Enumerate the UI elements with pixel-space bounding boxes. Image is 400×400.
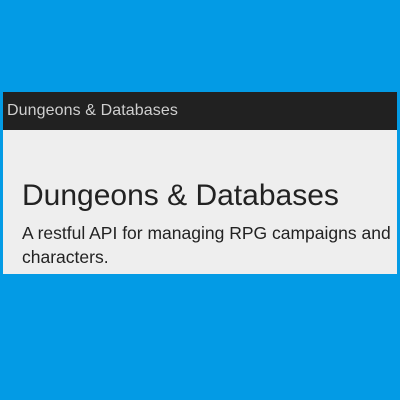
navbar-brand-link[interactable]: Dungeons & Databases <box>7 103 178 119</box>
page-subtitle: A restful API for managing RPG campaigns… <box>22 223 391 267</box>
hero-section: Dungeons & Databases A restful API for m… <box>3 130 397 269</box>
browser-page: Dungeons & Databases Dungeons & Database… <box>3 92 397 274</box>
top-navbar: Dungeons & Databases <box>3 92 397 130</box>
page-title: Dungeons & Databases <box>22 179 339 212</box>
page-background: { "navbar": { "brand": "Dungeons & Datab… <box>0 0 400 400</box>
